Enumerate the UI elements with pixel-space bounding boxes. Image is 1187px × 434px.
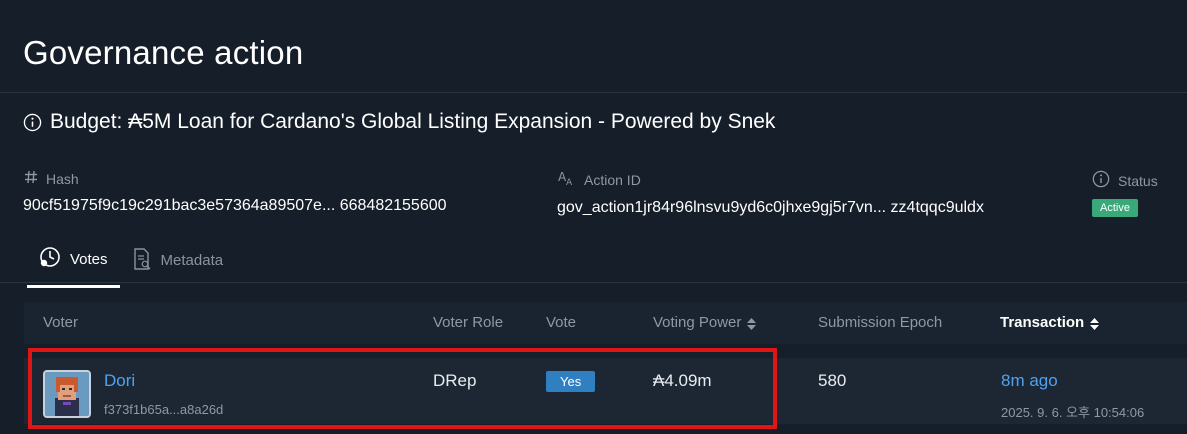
tab-metadata-label: Metadata bbox=[160, 252, 224, 269]
col-transaction-label: Transaction bbox=[1000, 314, 1085, 331]
votes-table-header: Voter Voter Role Vote Voting Power Submi… bbox=[24, 302, 1187, 344]
tab-votes-label: Votes bbox=[70, 250, 108, 268]
col-transaction[interactable]: Transaction bbox=[1000, 314, 1100, 331]
col-vote: Vote bbox=[546, 314, 577, 331]
action-id-field: AA Action ID gov_action1jr84r96lnsvu9yd6… bbox=[557, 170, 984, 217]
status-field: Status Active bbox=[1092, 170, 1158, 217]
hash-value[interactable]: 90cf51975f9c19c291bac3e57364a89507e... 6… bbox=[23, 197, 447, 215]
hash-icon bbox=[24, 170, 38, 187]
hash-field: Hash 90cf51975f9c19c291bac3e57364a89507e… bbox=[23, 170, 447, 215]
tab-votes[interactable]: Votes bbox=[27, 240, 120, 288]
action-title-row: Budget: ₳5M Loan for Cardano's Global Li… bbox=[23, 110, 775, 134]
action-id-label: Action ID bbox=[584, 171, 641, 188]
text-size-icon: AA bbox=[558, 170, 576, 189]
col-submission-epoch: Submission Epoch bbox=[818, 314, 943, 331]
highlight-box bbox=[28, 348, 777, 429]
submission-epoch: 580 bbox=[818, 371, 847, 390]
col-voting-power-label: Voting Power bbox=[653, 314, 742, 331]
tab-metadata[interactable]: Metadata bbox=[120, 240, 236, 288]
action-title: Budget: ₳5M Loan for Cardano's Global Li… bbox=[50, 110, 776, 133]
action-id-value[interactable]: gov_action1jr84r96lnsvu9yd6c0jhxe9gj5r7v… bbox=[557, 199, 984, 217]
governance-page: Governance action Budget: ₳5M Loan for C… bbox=[0, 0, 1187, 434]
sort-icon[interactable] bbox=[747, 317, 757, 330]
col-voter: Voter bbox=[43, 314, 79, 331]
tab-bar: Votes Metadata bbox=[27, 240, 235, 288]
info-icon bbox=[23, 113, 42, 132]
transaction-link[interactable]: 8m ago bbox=[1001, 371, 1058, 391]
tabs-divider bbox=[0, 282, 1187, 283]
sort-desc-icon[interactable] bbox=[1090, 317, 1100, 330]
hash-label: Hash bbox=[46, 170, 79, 187]
transaction-date: 2025. 9. 6. 오후 10:54:06 bbox=[1001, 405, 1145, 420]
page-title: Governance action bbox=[23, 34, 304, 71]
status-badge: Active bbox=[1092, 199, 1138, 217]
document-icon bbox=[132, 247, 152, 274]
status-info-icon bbox=[1092, 170, 1110, 191]
status-label: Status bbox=[1118, 172, 1158, 189]
col-voting-power[interactable]: Voting Power bbox=[653, 314, 757, 331]
col-voter-role: Voter Role bbox=[433, 314, 504, 331]
header-divider bbox=[0, 92, 1187, 93]
votes-icon bbox=[39, 246, 61, 272]
svg-text:A: A bbox=[566, 178, 573, 186]
